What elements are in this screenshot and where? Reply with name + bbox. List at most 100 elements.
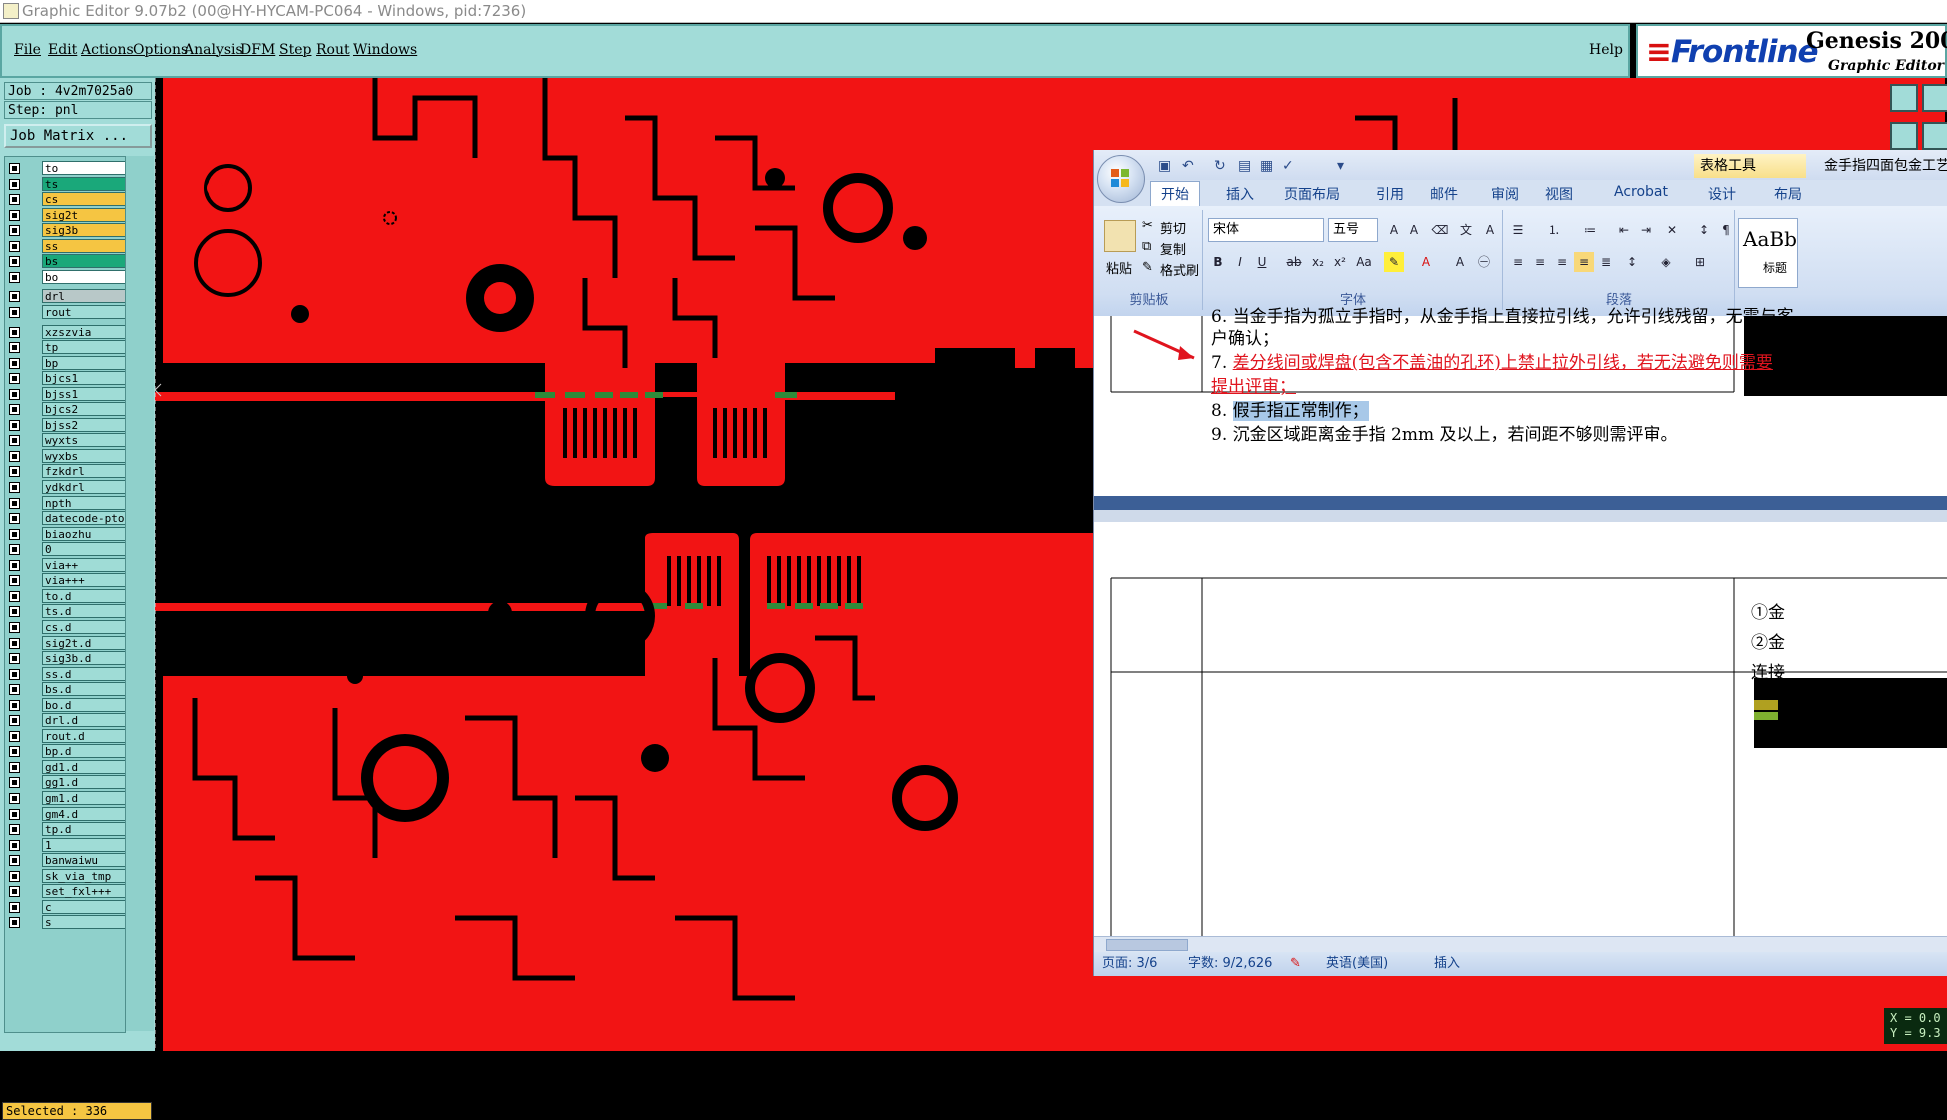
bullets-icon[interactable]: ☰ xyxy=(1508,220,1528,240)
justify-icon[interactable]: ≡ xyxy=(1574,252,1594,272)
layer-row[interactable]: sig3b.d xyxy=(5,651,128,666)
decrease-indent-icon[interactable]: ⇤ xyxy=(1614,220,1634,240)
tab-design[interactable]: 设计 xyxy=(1708,184,1736,204)
layer-checkbox[interactable] xyxy=(9,699,20,711)
layer-name[interactable]: ydkdrl xyxy=(42,480,128,494)
layer-checkbox[interactable] xyxy=(9,513,20,525)
layer-checkbox[interactable] xyxy=(9,777,20,789)
layer-name[interactable]: to.d xyxy=(42,588,128,603)
layer-name[interactable]: bjss1 xyxy=(42,386,128,401)
layer-name[interactable]: cs xyxy=(42,192,128,207)
tab-review[interactable]: 审阅 xyxy=(1491,184,1519,204)
layer-checkbox[interactable] xyxy=(9,256,20,268)
layer-row[interactable]: gd1.d xyxy=(5,759,128,775)
layer-name[interactable]: set_fxl+++ xyxy=(42,884,128,899)
layer-checkbox[interactable] xyxy=(9,653,20,665)
layer-checkbox[interactable] xyxy=(9,466,20,478)
layer-name[interactable]: gm1.d xyxy=(42,791,128,805)
layer-checkbox[interactable] xyxy=(9,306,20,318)
layer-name[interactable]: ss xyxy=(42,238,128,253)
layer-row[interactable]: to.d xyxy=(5,588,128,604)
layer-checkbox[interactable] xyxy=(9,901,20,913)
menu-file[interactable]: File xyxy=(14,42,41,58)
increase-indent-icon[interactable]: ⇥ xyxy=(1636,220,1656,240)
layer-checkbox[interactable] xyxy=(9,886,20,898)
layer-checkbox[interactable] xyxy=(9,163,20,174)
menu-dfm[interactable]: DFM xyxy=(240,42,275,58)
menu-options[interactable]: Options xyxy=(133,42,188,58)
phonetic-icon[interactable]: 文 xyxy=(1456,220,1476,240)
menu-actions[interactable]: Actions xyxy=(81,42,134,58)
layer-row[interactable]: bjss2 xyxy=(5,417,128,433)
layer-name[interactable]: xzszvia xyxy=(42,324,128,339)
layer-row[interactable]: tp.d xyxy=(5,822,128,837)
layer-checkbox[interactable] xyxy=(9,404,20,416)
layer-checkbox[interactable] xyxy=(9,668,20,680)
layer-checkbox[interactable] xyxy=(9,917,20,929)
layer-checkbox[interactable] xyxy=(9,373,20,385)
status-language[interactable]: 英语(美国) xyxy=(1326,952,1388,976)
layer-checkbox[interactable] xyxy=(9,870,20,882)
layer-row[interactable]: ydkdrl xyxy=(5,480,128,495)
layer-name[interactable]: biaozhu xyxy=(42,526,128,541)
align-right-icon[interactable]: ≡ xyxy=(1552,252,1572,272)
layer-row[interactable]: c xyxy=(5,899,128,915)
layer-row[interactable]: npth xyxy=(5,495,128,511)
layer-name[interactable]: bo.d xyxy=(42,697,128,712)
layer-row[interactable]: cs xyxy=(5,192,128,207)
menu-edit[interactable]: Edit xyxy=(48,42,77,58)
layer-checkbox[interactable] xyxy=(9,824,20,836)
layer-name[interactable]: npth xyxy=(42,495,128,510)
open-icon[interactable]: ▤ xyxy=(1238,158,1251,174)
numbering-icon[interactable]: ⒈ xyxy=(1544,220,1564,240)
snap-button[interactable] xyxy=(1922,122,1947,150)
tab-mailings[interactable]: 邮件 xyxy=(1430,184,1458,204)
print-icon[interactable]: ▦ xyxy=(1260,158,1273,174)
char-shading-icon[interactable]: A xyxy=(1450,252,1470,272)
layer-checkbox[interactable] xyxy=(9,606,20,618)
sort-icon[interactable]: ↕ xyxy=(1694,220,1714,240)
layer-row[interactable]: bo.d xyxy=(5,697,128,713)
office-button[interactable] xyxy=(1097,155,1145,203)
layer-checkbox[interactable] xyxy=(9,178,20,190)
layer-row[interactable]: bp xyxy=(5,355,128,371)
align-left-icon[interactable]: ≡ xyxy=(1508,252,1528,272)
save-icon[interactable]: ▣ xyxy=(1158,158,1171,174)
layer-row[interactable]: bp.d xyxy=(5,744,128,759)
menu-rout[interactable]: Rout xyxy=(316,42,350,58)
layer-name[interactable]: 1 xyxy=(42,837,128,852)
layer-row[interactable]: fzkdrl xyxy=(5,464,128,479)
layer-name[interactable]: sig3b xyxy=(42,223,128,238)
status-insert-mode[interactable]: 插入 xyxy=(1434,952,1460,976)
bold-icon[interactable]: B xyxy=(1208,252,1228,272)
layer-row[interactable]: 1 xyxy=(5,837,128,853)
layer-row[interactable]: to xyxy=(5,161,128,176)
layer-name[interactable]: gm4.d xyxy=(42,806,128,821)
layer-name[interactable]: wyxbs xyxy=(42,448,128,463)
layer-checkbox[interactable] xyxy=(9,435,20,447)
layer-name[interactable]: c xyxy=(42,899,128,914)
layer-row[interactable]: xzszvia xyxy=(5,324,128,340)
layer-name[interactable]: bs xyxy=(42,254,128,269)
undo-icon[interactable]: ↶ xyxy=(1182,158,1194,174)
layer-row[interactable]: bjcs2 xyxy=(5,402,128,417)
layer-checkbox[interactable] xyxy=(9,855,20,867)
layer-checkbox[interactable] xyxy=(9,388,20,400)
layer-checkbox[interactable] xyxy=(9,746,20,758)
layer-row[interactable]: rout.d xyxy=(5,728,128,744)
layer-checkbox[interactable] xyxy=(9,342,20,354)
italic-icon[interactable]: I xyxy=(1230,252,1250,272)
char-border-icon[interactable]: A xyxy=(1480,220,1500,240)
layer-row[interactable]: wyxbs xyxy=(5,448,128,464)
grow-font-icon[interactable]: A xyxy=(1384,220,1404,240)
layer-checkbox[interactable] xyxy=(9,621,20,633)
underline-icon[interactable]: U xyxy=(1252,252,1272,272)
layer-name[interactable]: via++ xyxy=(42,557,128,572)
layer-checkbox[interactable] xyxy=(9,793,20,804)
layer-row[interactable]: rout xyxy=(5,304,128,320)
layer-checkbox[interactable] xyxy=(9,715,20,727)
tab-acrobat[interactable]: Acrobat xyxy=(1614,184,1668,200)
layer-name[interactable]: drl.d xyxy=(42,713,128,728)
layer-scroll-area[interactable] xyxy=(125,156,154,1031)
change-case-icon[interactable]: Aa xyxy=(1354,252,1374,272)
